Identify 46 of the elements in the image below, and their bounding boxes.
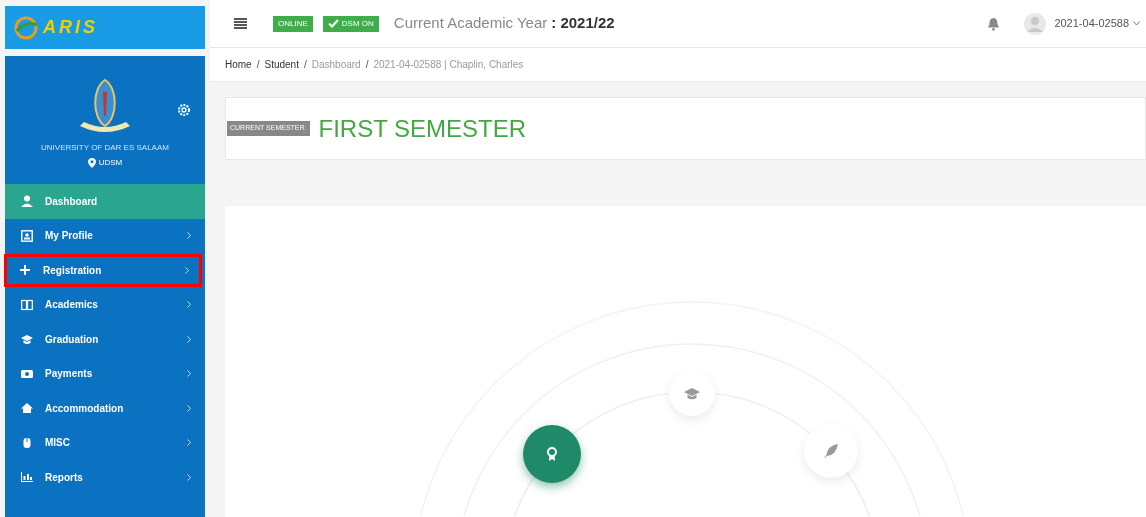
reports-icon — [21, 471, 33, 484]
sidebar-item[interactable]: MISC — [5, 425, 205, 460]
breadcrumb-link[interactable]: Home — [225, 57, 252, 72]
breadcrumb-link[interactable]: Student — [264, 57, 299, 72]
menu-icon[interactable] — [234, 18, 247, 29]
breadcrumb-separator: / — [303, 58, 307, 72]
sidebar-item[interactable]: Academics — [5, 287, 205, 322]
breadcrumb-text: 2021-04-02588 | Chaplin, Charles — [373, 58, 524, 72]
misc-icon — [21, 436, 33, 449]
location-pin-icon — [87, 158, 96, 168]
feather-icon — [823, 443, 839, 459]
sidebar-item[interactable]: Accommodation — [5, 391, 205, 426]
dashboard-icon — [21, 195, 33, 208]
registration-icon — [19, 264, 31, 277]
profile-icon — [21, 229, 33, 242]
logo-text: ARIS — [43, 16, 98, 39]
timeline-node[interactable] — [669, 370, 715, 416]
accommodation-icon — [21, 402, 33, 415]
award-icon — [544, 446, 560, 462]
sidebar-item[interactable]: Dashboard — [5, 184, 205, 219]
sidebar-item[interactable]: Reports — [5, 460, 205, 495]
breadcrumb-separator: / — [365, 58, 369, 72]
academics-icon — [21, 298, 33, 311]
breadcrumb-separator: / — [256, 58, 260, 72]
campus-name: UDSM — [98, 157, 123, 169]
institution-name: UNIVERSITY OF DAR ES SALAAM — [41, 142, 169, 154]
sidebar-item[interactable]: My Profile — [5, 218, 205, 253]
caret-icon — [1133, 21, 1140, 26]
status-badge: DSM ON — [322, 15, 379, 32]
sidebar-item[interactable]: Graduation — [5, 322, 205, 357]
graduation-icon — [21, 333, 33, 346]
user-menu[interactable]: 2021-04-02588 — [1054, 15, 1140, 32]
academic-year-value: : 2021/22 — [551, 13, 615, 34]
semester-name: FIRST SEMESTER — [318, 113, 527, 144]
academic-year-label: Current Academic Year — [393, 13, 548, 34]
logo-icon — [13, 14, 39, 41]
sidebar-item[interactable]: Payments — [5, 356, 205, 391]
payments-icon — [21, 367, 33, 380]
bell-icon[interactable] — [987, 16, 1001, 31]
settings-icon[interactable] — [177, 103, 191, 117]
timeline-node[interactable] — [523, 425, 581, 483]
check-icon — [327, 19, 339, 28]
sidebar-item[interactable]: Registration — [3, 253, 203, 288]
status-badge: ONLINE — [273, 15, 313, 32]
graduation-icon — [684, 385, 700, 401]
breadcrumb-text: Dashboard — [311, 58, 361, 72]
